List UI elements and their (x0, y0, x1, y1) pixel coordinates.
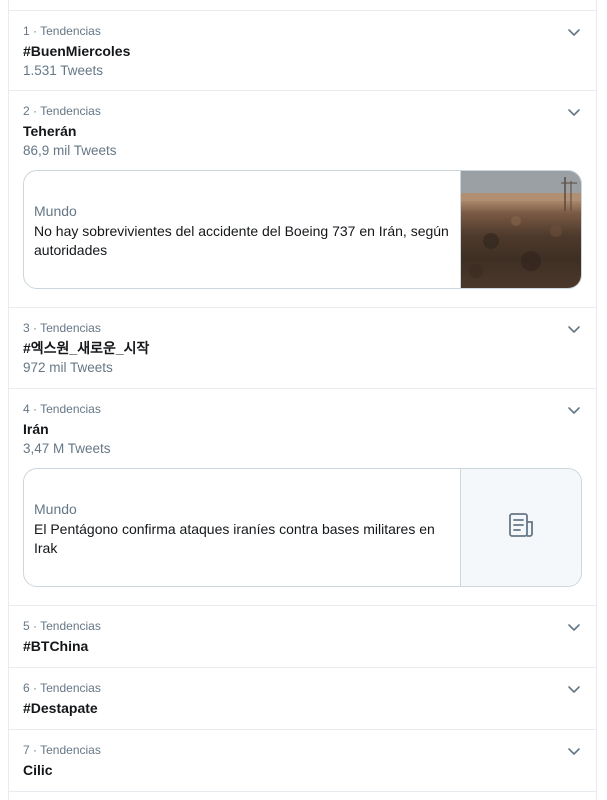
trend-meta: 2 · Tendencias (23, 104, 101, 118)
news-card-text: Mundo No hay sobrevivientes del accident… (24, 171, 460, 288)
trend-name: Irán (23, 421, 49, 437)
trend-meta: 7 · Tendencias (23, 743, 101, 757)
news-card-media (460, 469, 581, 586)
trend-item[interactable]: 5 · Tendencias #BTChina (9, 606, 596, 668)
news-card[interactable]: Mundo El Pentágono confirma ataques iran… (23, 468, 582, 587)
trend-item[interactable]: 6 · Tendencias #Destapate (9, 668, 596, 730)
trend-count: 3,47 M Tweets (23, 441, 111, 456)
news-card-category: Mundo (34, 203, 77, 219)
trend-name: #BuenMiercoles (23, 43, 131, 59)
news-card-text: Mundo El Pentágono confirma ataques iran… (24, 469, 460, 586)
trend-count: 972 mil Tweets (23, 360, 113, 375)
trend-name: #Destapate (23, 700, 98, 716)
trend-name: #엑스원_새로운_시작 (23, 340, 150, 356)
news-card-category: Mundo (34, 501, 77, 517)
divider (9, 0, 596, 11)
news-card-photo (460, 171, 581, 288)
trend-meta: 3 · Tendencias (23, 321, 101, 335)
chevron-down-icon[interactable] (566, 681, 582, 697)
news-card-title: El Pentágono confirma ataques iraníes co… (34, 521, 435, 556)
trend-item[interactable]: 1 · Tendencias #BuenMiercoles 1.531 Twee… (9, 11, 596, 91)
trend-meta: 4 · Tendencias (23, 402, 101, 416)
news-card-title: No hay sobrevivientes del accidente del … (34, 223, 449, 258)
trend-meta: 6 · Tendencias (23, 681, 101, 695)
trend-count: 1.531 Tweets (23, 63, 104, 78)
trend-item[interactable]: 4 · Tendencias Irán 3,47 M Tweets Mundo … (9, 389, 596, 606)
chevron-down-icon[interactable] (566, 402, 582, 418)
chevron-down-icon[interactable] (566, 321, 582, 337)
trend-count: 86,9 mil Tweets (23, 143, 117, 158)
news-card[interactable]: Mundo No hay sobrevivientes del accident… (23, 170, 582, 289)
chevron-down-icon[interactable] (566, 743, 582, 759)
chevron-down-icon[interactable] (566, 104, 582, 120)
trend-meta: 5 · Tendencias (23, 619, 101, 633)
trend-name: #BTChina (23, 638, 89, 654)
trend-name: Teherán (23, 123, 77, 139)
trend-meta: 1 · Tendencias (23, 24, 101, 38)
article-icon (507, 511, 535, 544)
trend-name: Cilic (23, 762, 53, 778)
trend-item[interactable]: 2 · Tendencias Teherán 86,9 mil Tweets M… (9, 91, 596, 308)
trend-item[interactable]: 7 · Tendencias Cilic (9, 730, 596, 792)
trends-column: 1 · Tendencias #BuenMiercoles 1.531 Twee… (8, 0, 597, 800)
chevron-down-icon[interactable] (566, 24, 582, 40)
trend-item[interactable]: 3 · Tendencias #엑스원_새로운_시작 972 mil Tweet… (9, 308, 596, 389)
chevron-down-icon[interactable] (566, 619, 582, 635)
